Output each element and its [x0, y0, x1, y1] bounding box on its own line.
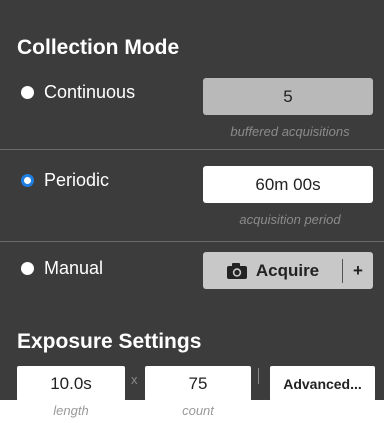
periodic-label: Periodic — [44, 170, 110, 190]
manual-radio[interactable] — [21, 262, 34, 275]
exposure-settings-title: Exposure Settings — [17, 330, 202, 353]
acquisition-period-field[interactable]: 60m 00s — [203, 166, 373, 203]
acquire-add-button[interactable]: + — [343, 252, 373, 289]
advanced-button[interactable]: Advanced... — [270, 366, 375, 401]
periodic-radio[interactable] — [21, 174, 34, 187]
divider — [0, 149, 384, 150]
exposure-length-field[interactable]: 10.0s — [17, 366, 125, 401]
camera-icon — [226, 262, 247, 279]
acquisition-period-hint: acquisition period — [239, 212, 341, 227]
separator — [258, 368, 259, 384]
divider — [0, 241, 384, 242]
continuous-radio[interactable] — [21, 86, 34, 99]
acquire-label: Acquire — [255, 260, 320, 280]
buffered-acquisitions-hint: buffered acquisitions — [230, 124, 350, 139]
collection-mode-title: Collection Mode — [17, 36, 180, 59]
buffered-acquisitions-field: 5 — [203, 78, 373, 115]
exposure-count-field[interactable]: 75 — [145, 366, 251, 401]
length-hint: length — [53, 403, 89, 418]
acquire-button-group: Acquire + — [203, 252, 373, 289]
periodic-radio-row[interactable]: Periodic — [21, 170, 109, 191]
manual-radio-row[interactable]: Manual — [21, 258, 103, 279]
count-hint: count — [182, 403, 214, 418]
times-symbol: x — [131, 372, 138, 387]
manual-label: Manual — [44, 258, 104, 278]
settings-panel: Collection Mode Continuous 5 buffered ac… — [0, 0, 384, 401]
continuous-radio-row[interactable]: Continuous — [21, 82, 135, 103]
continuous-label: Continuous — [44, 82, 136, 102]
acquire-button[interactable]: Acquire — [203, 252, 342, 289]
